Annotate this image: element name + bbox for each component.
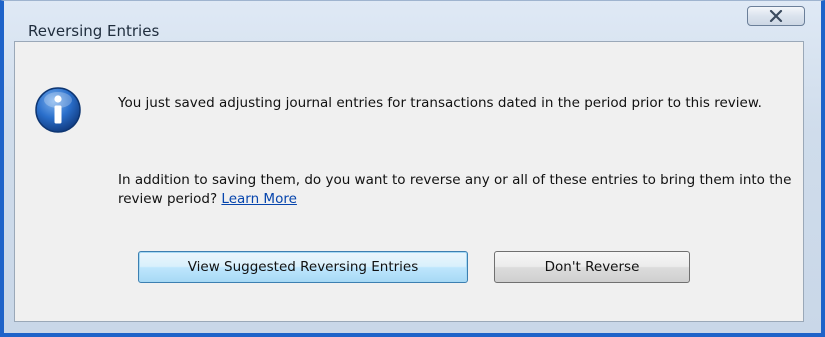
message-line-2-text: In addition to saving them, do you want … xyxy=(118,172,792,207)
dialog-title: Reversing Entries xyxy=(28,22,160,40)
learn-more-link[interactable]: Learn More xyxy=(221,191,297,207)
title-bar[interactable]: Reversing Entries xyxy=(8,2,817,42)
dont-reverse-button[interactable]: Don't Reverse xyxy=(494,251,690,283)
close-icon xyxy=(769,10,783,22)
message-line-1: You just saved adjusting journal entries… xyxy=(118,95,762,111)
info-icon xyxy=(35,87,81,133)
close-button[interactable] xyxy=(747,6,805,26)
message-line-2: In addition to saving them, do you want … xyxy=(118,171,798,209)
view-suggested-reversing-entries-button[interactable]: View Suggested Reversing Entries xyxy=(138,251,468,283)
